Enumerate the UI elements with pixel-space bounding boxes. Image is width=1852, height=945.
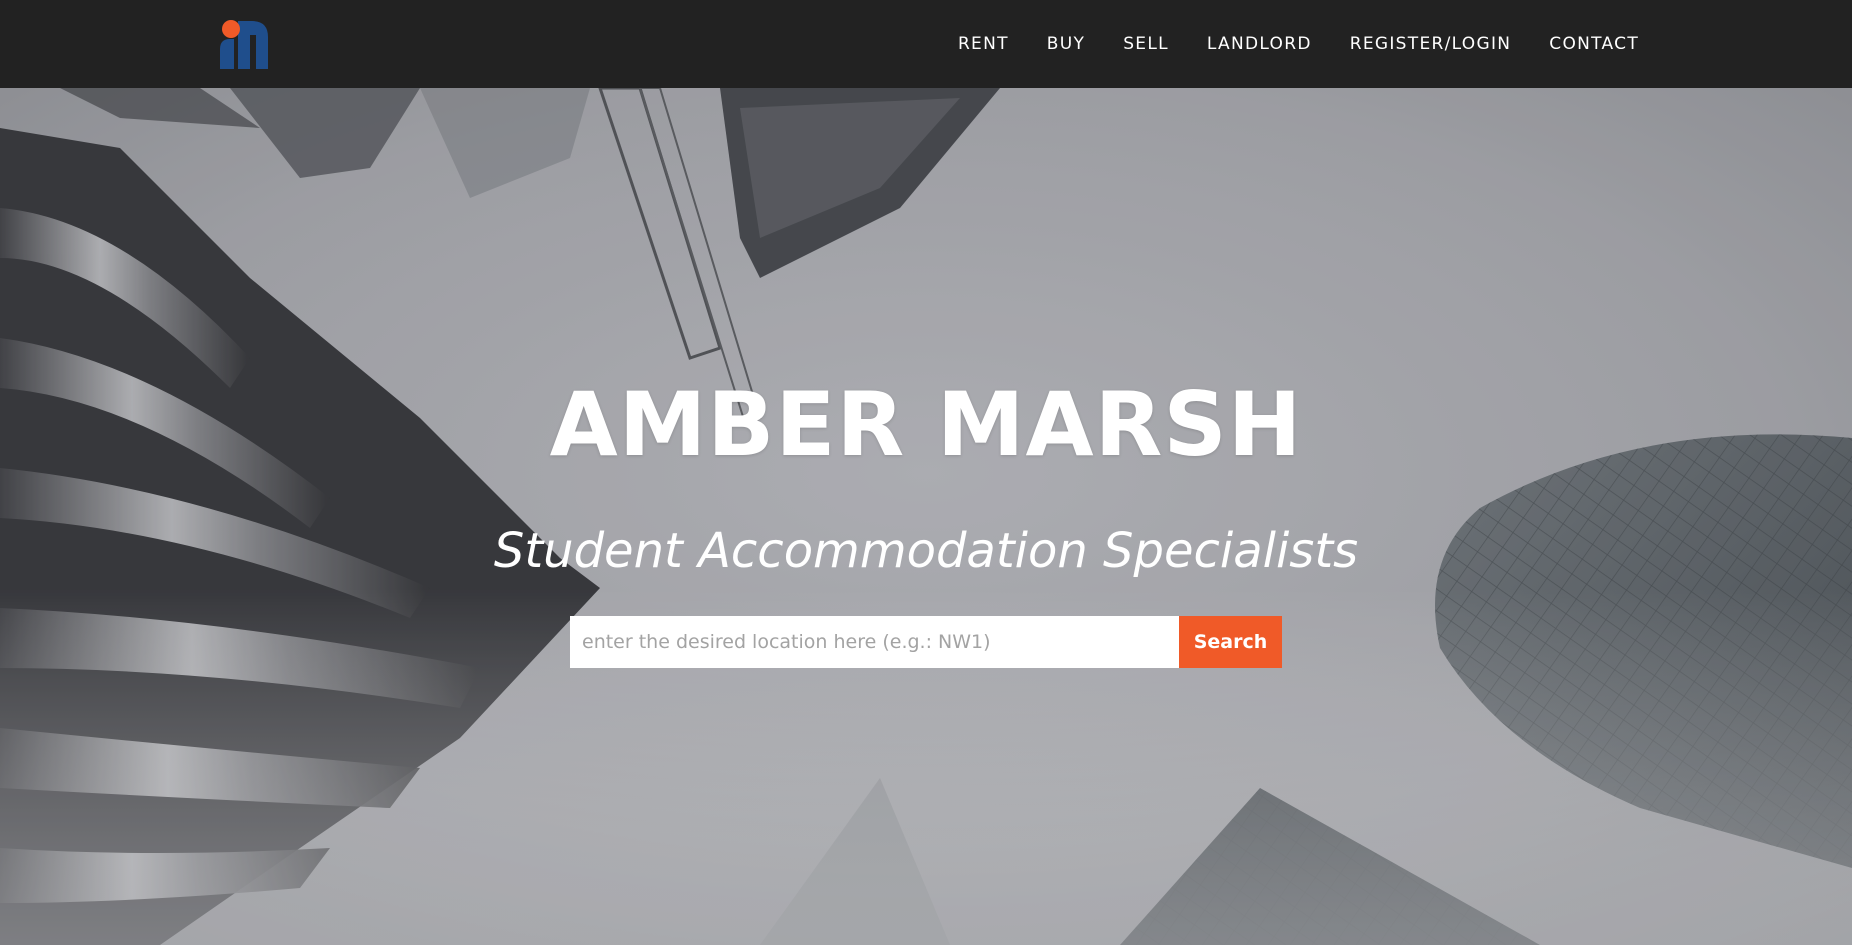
location-search-form: Search (570, 616, 1282, 668)
hero-section: AMBER MARSH Student Accommodation Specia… (0, 88, 1852, 945)
nav-link-register-login[interactable]: REGISTER/LOGIN (1350, 34, 1512, 54)
nav-link-sell[interactable]: SELL (1123, 34, 1169, 54)
nav-link-rent[interactable]: RENT (958, 34, 1009, 54)
hero-subtitle: Student Accommodation Specialists (493, 523, 1359, 579)
nav-link-buy[interactable]: BUY (1047, 34, 1085, 54)
page: RENT BUY SELL LANDLORD REGISTER/LOGIN CO… (0, 0, 1852, 945)
main-nav: RENT BUY SELL LANDLORD REGISTER/LOGIN CO… (958, 0, 1639, 88)
hero-content: AMBER MARSH Student Accommodation Specia… (0, 88, 1852, 945)
nav-link-contact[interactable]: CONTACT (1549, 34, 1639, 54)
top-navbar: RENT BUY SELL LANDLORD REGISTER/LOGIN CO… (0, 0, 1852, 88)
location-search-input[interactable] (570, 616, 1179, 668)
logo-link[interactable] (218, 19, 270, 69)
nav-link-landlord[interactable]: LANDLORD (1207, 34, 1312, 54)
hero-title: AMBER MARSH (549, 373, 1303, 476)
amber-marsh-logo-icon (220, 20, 268, 69)
search-button[interactable]: Search (1179, 616, 1282, 668)
